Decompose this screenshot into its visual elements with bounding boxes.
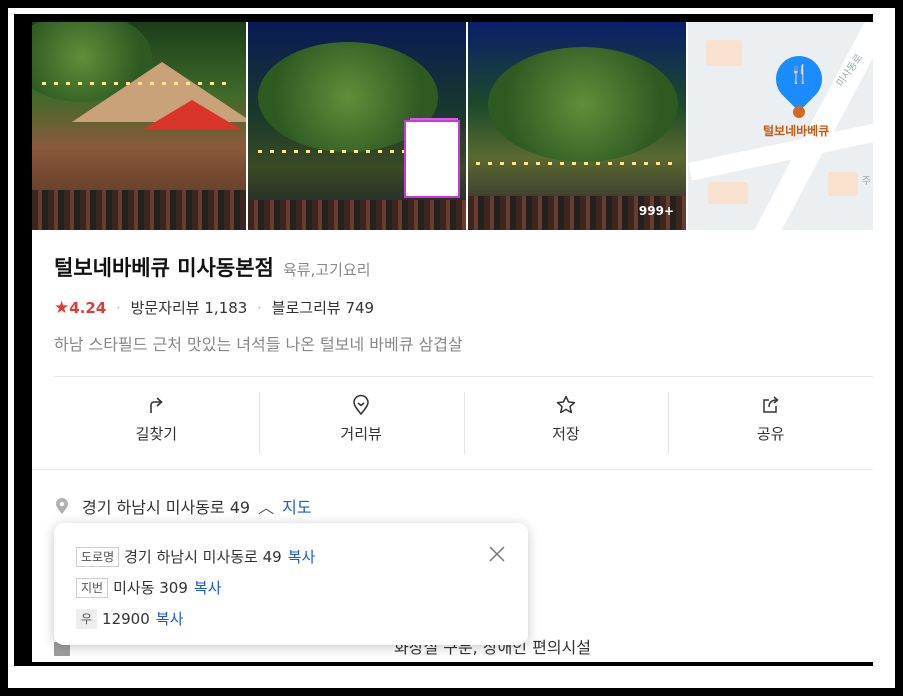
share-label: 공유 <box>756 425 785 443</box>
rating-star-icon: ★ <box>54 298 70 318</box>
fork-knife-icon: 🍴 <box>788 64 811 85</box>
separator-dot: · <box>257 299 262 317</box>
map-location-dot <box>793 106 805 118</box>
visitor-reviews-link[interactable]: 방문자리뷰 1,183 <box>131 299 248 317</box>
photo-3[interactable]: 999+ <box>468 22 686 230</box>
directions-icon <box>150 397 164 413</box>
copy-road-address-button[interactable]: 복사 <box>288 546 316 567</box>
divider <box>54 376 873 377</box>
zip-code-row: 우 12900 복사 <box>76 608 183 629</box>
star-icon <box>556 395 576 414</box>
address-popup: 도로명 경기 하남시 미사동로 49 복사 지번 미사동 309 복사 우 12… <box>54 523 528 645</box>
divider <box>32 469 873 470</box>
zip-code-tag: 우 <box>76 608 98 629</box>
address-text: 경기 하남시 미사동로 49 <box>82 498 251 517</box>
title-row: 털보네바베큐 미사동본점 육류,고기요리 <box>54 252 371 282</box>
save-label: 저장 <box>552 425 580 443</box>
lot-address-row: 지번 미사동 309 복사 <box>76 577 222 598</box>
map-block <box>706 40 742 66</box>
copy-lot-address-button[interactable]: 복사 <box>194 577 222 598</box>
street-view-icon <box>353 394 369 416</box>
location-pin-icon <box>56 498 68 514</box>
action-bar: 길찾기 거리뷰 저장 공유 <box>54 378 873 468</box>
tree-shape <box>488 47 678 162</box>
road-address-text: 경기 하남시 미사동로 49 <box>124 548 282 566</box>
rating-row: ★4.24 · 방문자리뷰 1,183 · 블로그리뷰 749 <box>54 297 374 318</box>
rating-score: 4.24 <box>69 299 107 317</box>
map-thumbnail[interactable]: 🍴 털보네바베큐 미사동로 주 <box>688 22 873 230</box>
place-card: 999+ 🍴 털보네바베큐 미사동로 주 털보네바베큐 미사동본점 육류,고기요… <box>32 22 873 662</box>
string-lights <box>476 162 676 165</box>
crowd-shape <box>32 190 246 230</box>
zip-code-text: 12900 <box>102 609 150 628</box>
separator-dot: · <box>116 299 121 317</box>
crowd-shape <box>248 200 466 230</box>
blog-reviews-link[interactable]: 블로그리뷰 749 <box>272 299 374 317</box>
place-title: 털보네바베큐 미사동본점 <box>54 256 274 280</box>
share-button[interactable]: 공유 <box>668 378 873 468</box>
directions-label: 길찾기 <box>135 425 178 443</box>
street-view-button[interactable]: 거리뷰 <box>258 378 464 468</box>
map-link[interactable]: 지도 <box>282 494 311 518</box>
string-lights <box>258 150 408 153</box>
photo-count-badge: 999+ <box>638 204 674 218</box>
place-category: 육류,고기요리 <box>282 261 371 279</box>
place-description: 하남 스타필드 근처 맛있는 녀석들 나온 털보네 바베큐 삼겹살 <box>54 335 463 354</box>
share-icon <box>762 396 779 413</box>
road-address-tag: 도로명 <box>76 546 120 567</box>
lot-address-tag: 지번 <box>76 577 109 598</box>
map-side-label: 주 <box>861 176 871 187</box>
photo-1[interactable] <box>32 22 246 230</box>
map-block <box>828 172 858 196</box>
address-row: 경기 하남시 미사동로 49 ︿ 지도 <box>54 494 312 518</box>
chevron-up-icon[interactable]: ︿ <box>258 494 274 518</box>
map-block <box>708 182 748 204</box>
lot-address-text: 미사동 309 <box>113 579 188 597</box>
umbrella-shape <box>142 100 242 130</box>
photo-strip: 999+ 🍴 털보네바베큐 미사동로 주 <box>32 22 873 230</box>
road-address-row: 도로명 경기 하남시 미사동로 49 복사 <box>76 546 315 567</box>
directions-button[interactable]: 길찾기 <box>54 378 259 468</box>
save-button[interactable]: 저장 <box>463 378 669 468</box>
copy-zip-code-button[interactable]: 복사 <box>156 608 184 629</box>
sign-board <box>404 120 460 198</box>
map-place-label: 털보네바베큐 <box>763 124 830 138</box>
street-view-label: 거리뷰 <box>340 425 382 443</box>
string-lights <box>42 82 232 85</box>
photo-2[interactable] <box>248 22 466 230</box>
close-icon[interactable] <box>488 545 506 563</box>
